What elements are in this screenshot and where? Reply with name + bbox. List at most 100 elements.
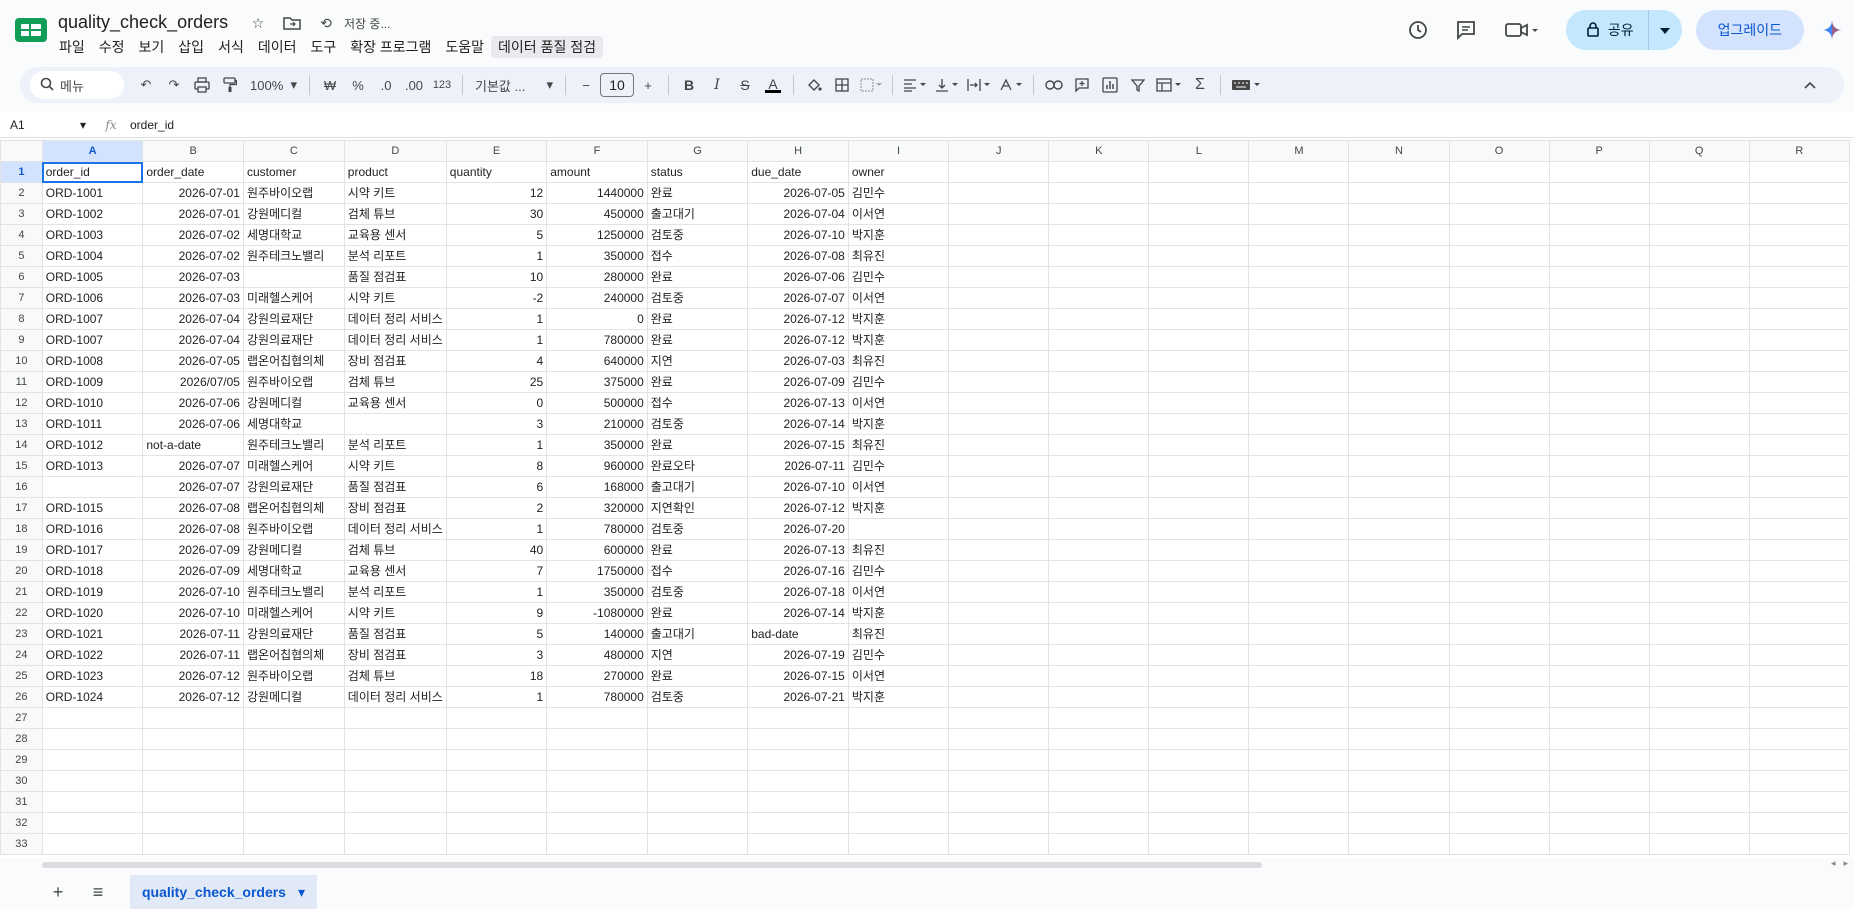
cell[interactable] <box>1748 581 1850 603</box>
cell[interactable]: 장비 점검표 <box>343 644 447 666</box>
cell[interactable]: 검토중 <box>646 287 749 309</box>
cell[interactable] <box>546 791 648 813</box>
cell[interactable] <box>343 413 447 435</box>
cell[interactable]: ORD-1002 <box>41 203 144 225</box>
cell[interactable]: 2026-07-05 <box>142 350 244 372</box>
cell[interactable] <box>1048 245 1150 267</box>
row-header[interactable]: 24 <box>0 644 43 666</box>
cell[interactable] <box>948 539 1050 561</box>
paint-format-icon[interactable] <box>216 71 244 99</box>
cell[interactable]: order_id <box>41 161 144 183</box>
cell[interactable] <box>1448 161 1550 183</box>
cell[interactable] <box>242 791 345 813</box>
cell[interactable] <box>1348 287 1450 309</box>
cell[interactable] <box>1348 308 1450 330</box>
cell[interactable]: 이서연 <box>847 203 950 225</box>
cell[interactable] <box>747 707 849 729</box>
row-header[interactable]: 11 <box>0 371 43 393</box>
cell[interactable] <box>1048 686 1150 708</box>
cell[interactable] <box>445 791 548 813</box>
cell[interactable] <box>1248 497 1350 519</box>
cell[interactable]: ORD-1017 <box>41 539 144 561</box>
cell[interactable]: ORD-1016 <box>41 518 144 540</box>
cell[interactable] <box>1648 287 1750 309</box>
cell[interactable] <box>1348 203 1450 225</box>
cell[interactable] <box>1648 350 1750 372</box>
cell[interactable]: 교육용 센서 <box>343 392 447 414</box>
cell[interactable] <box>1348 560 1450 582</box>
cell[interactable] <box>1448 455 1550 477</box>
cell[interactable]: 600000 <box>546 539 648 561</box>
cell[interactable] <box>546 833 648 855</box>
cell[interactable] <box>1348 623 1450 645</box>
cell[interactable]: 세명대학교 <box>242 224 345 246</box>
column-header[interactable]: N <box>1348 140 1450 162</box>
meet-video-icon[interactable] <box>1496 10 1548 50</box>
cell[interactable] <box>1348 665 1450 687</box>
cell[interactable] <box>747 770 849 792</box>
column-header[interactable]: E <box>445 140 548 162</box>
cell[interactable]: 1 <box>445 518 548 540</box>
cell[interactable]: 2026-07-03 <box>747 350 849 372</box>
row-header[interactable]: 33 <box>0 833 43 855</box>
cell[interactable]: 강원메디컬 <box>242 203 345 225</box>
star-icon[interactable]: ☆ <box>248 13 268 33</box>
cell[interactable]: 2026-07-20 <box>747 518 849 540</box>
decrease-font-size-icon[interactable]: − <box>572 71 600 99</box>
cell[interactable]: 1 <box>445 308 548 330</box>
cell[interactable]: -2 <box>445 287 548 309</box>
cell[interactable] <box>646 707 749 729</box>
cell[interactable] <box>646 833 749 855</box>
cell[interactable] <box>1348 266 1450 288</box>
cell[interactable]: 박지훈 <box>847 224 950 246</box>
cell[interactable] <box>546 707 648 729</box>
cell[interactable]: 280000 <box>546 266 648 288</box>
cell[interactable] <box>1148 203 1250 225</box>
cell[interactable]: ORD-1024 <box>41 686 144 708</box>
menu-data[interactable]: 데이터 <box>251 36 304 58</box>
cell[interactable] <box>1148 833 1250 855</box>
cell[interactable] <box>1448 812 1550 834</box>
cell[interactable] <box>1448 266 1550 288</box>
cell[interactable]: 2026-07-03 <box>142 266 244 288</box>
cell[interactable]: 2026-07-21 <box>747 686 849 708</box>
cell[interactable]: 최유진 <box>847 434 950 456</box>
vertical-align-icon[interactable] <box>931 71 963 99</box>
cell[interactable]: 1440000 <box>546 182 648 204</box>
row-header[interactable]: 25 <box>0 665 43 687</box>
cell[interactable] <box>142 770 244 792</box>
cell[interactable] <box>1048 770 1150 792</box>
cell[interactable] <box>847 518 950 540</box>
cell[interactable]: 18 <box>445 665 548 687</box>
cell[interactable]: ORD-1010 <box>41 392 144 414</box>
cell[interactable] <box>1648 203 1750 225</box>
column-header[interactable]: P <box>1548 140 1650 162</box>
cell[interactable] <box>1248 308 1350 330</box>
cell[interactable] <box>948 665 1050 687</box>
borders-icon[interactable] <box>828 71 856 99</box>
cell[interactable] <box>1248 161 1350 183</box>
all-sheets-icon[interactable]: ≡ <box>78 875 118 909</box>
cell[interactable] <box>1648 791 1750 813</box>
zoom-select[interactable]: 100% ▾ <box>244 71 303 99</box>
cell[interactable]: 2026-07-09 <box>747 371 849 393</box>
column-header[interactable]: M <box>1248 140 1350 162</box>
cell[interactable] <box>1248 791 1350 813</box>
cell[interactable] <box>1448 770 1550 792</box>
cell[interactable] <box>948 413 1050 435</box>
version-history-icon[interactable] <box>1398 10 1438 50</box>
cell[interactable]: 원주테크노밸리 <box>242 581 345 603</box>
cell[interactable] <box>1748 560 1850 582</box>
cell[interactable] <box>445 707 548 729</box>
cell[interactable] <box>1148 287 1250 309</box>
cell[interactable] <box>1548 413 1650 435</box>
cell[interactable] <box>1248 665 1350 687</box>
cell[interactable] <box>1048 749 1150 771</box>
cell[interactable]: 2026-07-04 <box>142 308 244 330</box>
cell[interactable]: 140000 <box>546 623 648 645</box>
cell[interactable]: 김민수 <box>847 371 950 393</box>
cell[interactable] <box>948 182 1050 204</box>
cell[interactable]: amount <box>546 161 648 183</box>
cell[interactable] <box>1548 665 1650 687</box>
cell[interactable]: 2026-07-14 <box>747 413 849 435</box>
